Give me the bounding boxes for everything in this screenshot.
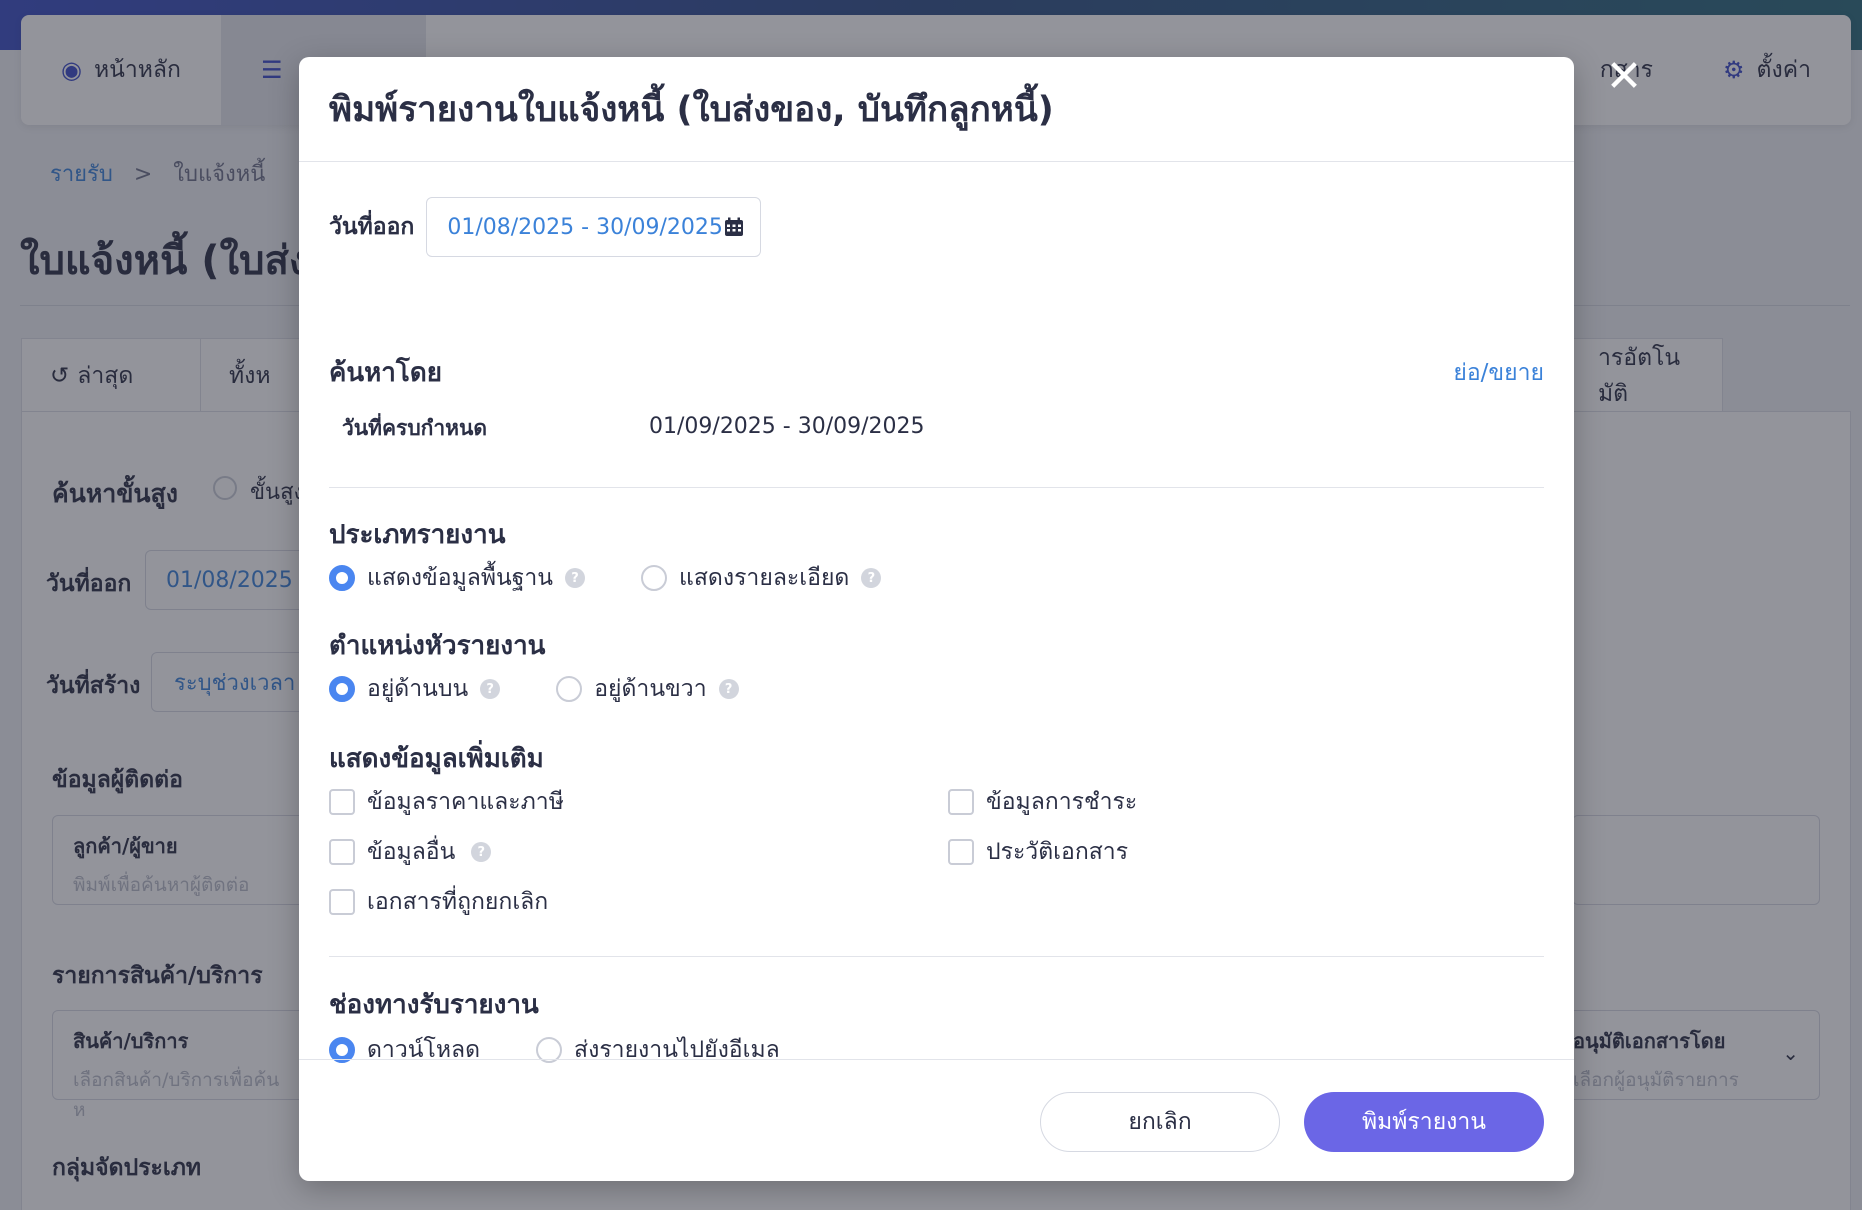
checkbox-cancelled-label: เอกสารที่ถูกยกเลิก bbox=[367, 889, 549, 915]
help-icon[interactable]: ? bbox=[471, 842, 492, 862]
checkbox-price-tax[interactable]: ข้อมูลราคาและภาษี bbox=[329, 784, 564, 820]
checkbox-payment-label: ข้อมูลการชำระ bbox=[986, 789, 1138, 815]
checkbox-history-label: ประวัติเอกสาร bbox=[986, 839, 1129, 865]
report-type-basic-label: แสดงข้อมูลพื้นฐาน bbox=[367, 565, 554, 591]
issue-date-range-input[interactable]: 01/08/2025 - 30/09/2025 bbox=[426, 197, 762, 257]
report-type-detail-radio[interactable] bbox=[641, 565, 668, 591]
checkbox-other-label: ข้อมูลอื่น bbox=[367, 839, 456, 865]
print-report-button[interactable]: พิมพ์รายงาน bbox=[1304, 1092, 1544, 1152]
checkbox-cancelled[interactable]: เอกสารที่ถูกยกเลิก bbox=[329, 884, 548, 920]
checkbox-other-box[interactable] bbox=[329, 839, 355, 865]
due-date-range: 01/09/2025 - 30/09/2025 bbox=[649, 414, 925, 439]
issue-date-range-value: 01/08/2025 - 30/09/2025 bbox=[447, 214, 723, 240]
report-type-basic[interactable]: แสดงข้อมูลพื้นฐาน ? bbox=[329, 560, 586, 596]
dialog-title: พิมพ์รายงานใบแจ้งหนี้ (ใบส่งของ, บันทึกล… bbox=[329, 89, 1054, 130]
checkbox-history[interactable]: ประวัติเอกสาร bbox=[948, 834, 1128, 870]
checkbox-price-tax-box[interactable] bbox=[329, 789, 355, 815]
report-type-detail[interactable]: แสดงรายละเอียด ? bbox=[641, 560, 882, 596]
header-position-top[interactable]: อยู่ด้านบน ? bbox=[329, 671, 501, 707]
help-icon[interactable]: ? bbox=[861, 568, 882, 588]
header-position-right[interactable]: อยู่ด้านขวา ? bbox=[556, 671, 739, 707]
dialog-header: พิมพ์รายงานใบแจ้งหนี้ (ใบส่งของ, บันทึกล… bbox=[299, 57, 1574, 162]
checkbox-history-box[interactable] bbox=[948, 839, 974, 865]
help-icon[interactable]: ? bbox=[718, 679, 739, 699]
due-date-label: วันที่ครบกำหนด bbox=[342, 416, 487, 440]
section-divider bbox=[329, 487, 1544, 488]
checkbox-other[interactable]: ข้อมูลอื่น ? bbox=[329, 834, 492, 870]
header-position-options: อยู่ด้านบน ? อยู่ด้านขวา ? bbox=[329, 671, 795, 707]
help-icon[interactable]: ? bbox=[480, 679, 501, 699]
header-position-right-label: อยู่ด้านขวา bbox=[594, 676, 707, 702]
header-position-title: ตำแหน่งหัวรายงาน bbox=[329, 631, 546, 661]
help-icon[interactable]: ? bbox=[565, 568, 586, 588]
channel-title: ช่องทางรับรายงาน bbox=[329, 990, 539, 1020]
report-type-title: ประเภทรายงาน bbox=[329, 520, 506, 550]
extra-info-title: แสดงข้อมูลเพิ่มเติม bbox=[329, 744, 544, 774]
print-report-dialog: พิมพ์รายงานใบแจ้งหนี้ (ใบส่งของ, บันทึกล… bbox=[299, 57, 1574, 1181]
dialog-footer: ยกเลิก พิมพ์รายงาน bbox=[299, 1059, 1574, 1181]
checkbox-payment[interactable]: ข้อมูลการชำระ bbox=[948, 784, 1137, 820]
checkbox-payment-box[interactable] bbox=[948, 789, 974, 815]
report-type-basic-radio[interactable] bbox=[329, 565, 355, 591]
report-type-options: แสดงข้อมูลพื้นฐาน ? แสดงรายละเอียด ? bbox=[329, 560, 937, 596]
cancel-button[interactable]: ยกเลิก bbox=[1040, 1092, 1280, 1152]
calendar-icon bbox=[725, 217, 744, 236]
search-by-title: ค้นหาโดย bbox=[329, 358, 442, 388]
report-type-detail-label: แสดงรายละเอียด bbox=[679, 565, 850, 591]
close-icon[interactable]: ✕ bbox=[1602, 55, 1646, 99]
checkbox-price-tax-label: ข้อมูลราคาและภาษี bbox=[367, 789, 564, 815]
header-position-right-radio[interactable] bbox=[556, 676, 583, 702]
issue-date-row: วันที่ออก 01/08/2025 - 30/09/2025 bbox=[329, 197, 762, 257]
dialog-body: วันที่ออก 01/08/2025 - 30/09/2025 ค้นหาโ… bbox=[299, 162, 1574, 1117]
section-divider bbox=[329, 956, 1544, 957]
collapse-expand-link[interactable]: ย่อ/ขยาย bbox=[1453, 355, 1544, 391]
header-position-top-radio[interactable] bbox=[329, 676, 355, 702]
checkbox-cancelled-box[interactable] bbox=[329, 889, 355, 915]
header-position-top-label: อยู่ด้านบน bbox=[367, 676, 469, 702]
issue-date-label: วันที่ออก bbox=[329, 214, 415, 240]
